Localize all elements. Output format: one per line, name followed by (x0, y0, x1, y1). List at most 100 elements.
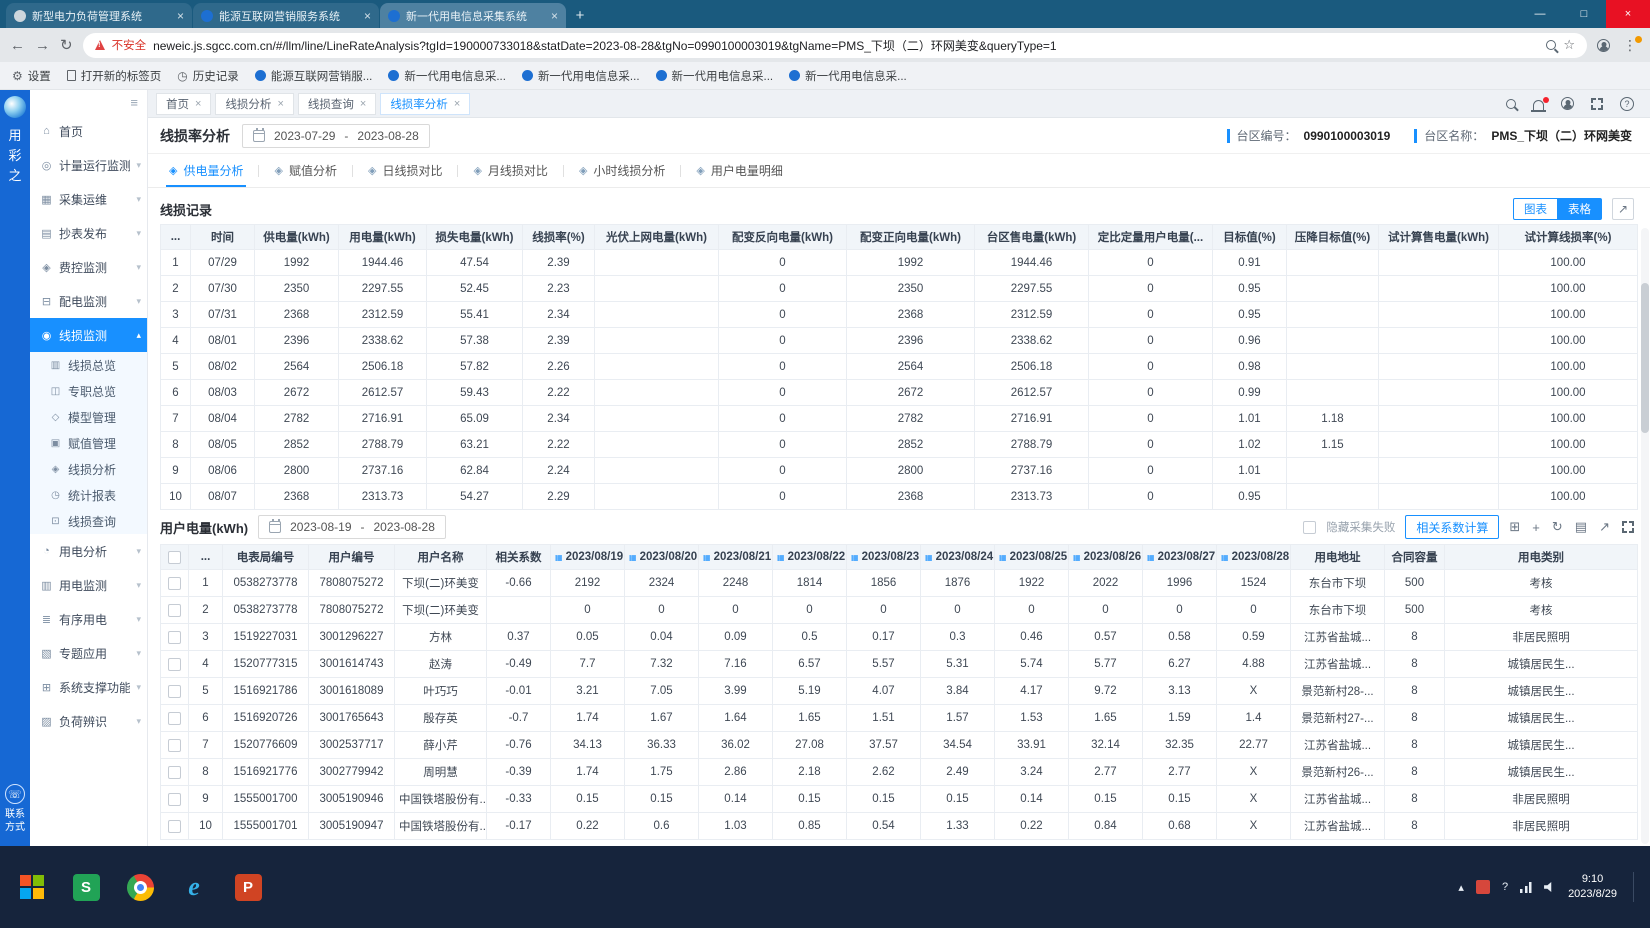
table-row[interactable]: 908/0628002737.1662.842.24028002737.1601… (161, 458, 1638, 484)
columns-icon[interactable]: ⊞ (1509, 519, 1520, 535)
refresh-icon[interactable]: ↻ (1552, 519, 1563, 535)
export-table-icon[interactable]: ↗ (1599, 519, 1610, 535)
browser-tab[interactable]: 能源互联网营销服务系统× (193, 3, 379, 28)
ie-icon[interactable]: e (170, 857, 218, 917)
add-icon[interactable]: + (1532, 520, 1540, 535)
window-minimize-button[interactable]: — (1518, 0, 1562, 28)
table-row[interactable]: 415207773153001614743赵涛-0.497.77.327.166… (161, 651, 1638, 678)
contact-widget[interactable]: ☏ 联系方式 (0, 784, 30, 834)
row-checkbox[interactable] (168, 577, 181, 590)
user-no-link[interactable]: 3001614743 (309, 651, 395, 678)
powerpoint-icon[interactable]: P (224, 857, 272, 917)
help-icon[interactable] (1620, 97, 1634, 111)
table-row[interactable]: 515169217863001618089叶巧巧-0.013.217.053.9… (161, 678, 1638, 705)
fullscreen-table-icon[interactable] (1622, 521, 1634, 533)
row-checkbox[interactable] (168, 793, 181, 806)
meter-no-link[interactable]: 1555001701 (223, 813, 309, 840)
table-row[interactable]: 307/3123682312.5955.412.34023682312.5900… (161, 302, 1638, 328)
table-row[interactable]: 608/0326722612.5759.432.22026722612.5700… (161, 380, 1638, 406)
bookmark-item[interactable]: 新一代用电信息采... (789, 68, 907, 84)
user-date-range[interactable]: 2023-08-19 - 2023-08-28 (258, 515, 446, 539)
user-no-link[interactable]: 3002779942 (309, 759, 395, 786)
user-no-link[interactable]: 3002537717 (309, 732, 395, 759)
bookmark-item[interactable]: 新一代用电信息采... (388, 68, 506, 84)
sidebar-item-power-monitor[interactable]: ▥用电监测▾ (30, 568, 147, 602)
app-tab-home[interactable]: 首页× (156, 93, 211, 115)
volume-icon[interactable] (1544, 881, 1556, 893)
table-row[interactable]: 408/0123962338.6257.382.39023962338.6200… (161, 328, 1638, 354)
correlation-calc-button[interactable]: 相关系数计算 (1405, 515, 1499, 539)
export-icon[interactable]: ↗ (1612, 198, 1634, 220)
tab-close-icon[interactable]: × (454, 98, 460, 110)
sidebar-item-meter-reading[interactable]: ▤抄表发布▾ (30, 216, 147, 250)
sidebar-item-topic-app[interactable]: ▧专题应用▾ (30, 636, 147, 670)
show-desktop-button[interactable] (1633, 872, 1638, 902)
table-row[interactable]: 105382737787808075272下坝(二)环美变-0.66219223… (161, 570, 1638, 597)
user-no-link[interactable]: 3001765643 (309, 705, 395, 732)
reload-button[interactable]: ↻ (60, 36, 73, 54)
sidebar-subitem-line-loss-query[interactable]: ⊡线损查询 (30, 508, 147, 534)
app-tab-line-rate-analysis[interactable]: 线损率分析× (380, 93, 470, 115)
subtab-user-energy-detail[interactable]: ◈用户电量明细 (681, 154, 797, 187)
sidebar-item-metering-monitor[interactable]: ◎计量运行监测▾ (30, 148, 147, 182)
sidebar-subitem-stat-report[interactable]: ◷统计报表 (30, 482, 147, 508)
wps-icon[interactable]: S (62, 857, 110, 917)
app-tab-line-loss-query[interactable]: 线损查询× (298, 93, 376, 115)
browser-menu-icon[interactable]: ⋮ (1620, 37, 1640, 54)
sidebar-item-fee-control[interactable]: ◈费控监测▾ (30, 250, 147, 284)
date-start[interactable]: 2023-07-29 (274, 129, 335, 143)
meter-no-link[interactable]: 1516920726 (223, 705, 309, 732)
bookmark-star-icon[interactable]: ☆ (1563, 37, 1575, 53)
bookmark-item[interactable]: 新一代用电信息采... (656, 68, 774, 84)
table-row[interactable]: 808/0528522788.7963.212.22028522788.7901… (161, 432, 1638, 458)
meter-no-link[interactable]: 1516921786 (223, 678, 309, 705)
user-no-link[interactable]: 7808075272 (309, 570, 395, 597)
bookmark-item[interactable]: 打开新的标签页 (67, 68, 162, 84)
table-row[interactable]: 708/0427822716.9165.092.34027822716.9101… (161, 406, 1638, 432)
subtab-monthly-loss-compare[interactable]: ◈月线损对比 (458, 154, 562, 187)
tab-close-icon[interactable]: × (195, 98, 201, 110)
table-row[interactable]: 1008/0723682313.7354.272.29023682313.730… (161, 484, 1638, 510)
bookmark-item[interactable]: ⚙设置 (12, 68, 51, 84)
network-icon[interactable] (1520, 882, 1532, 893)
new-tab-button[interactable]: + (567, 3, 593, 28)
subtab-supply-analysis[interactable]: ◈供电量分析 (154, 154, 258, 187)
meter-no-link[interactable]: 1516921776 (223, 759, 309, 786)
sidebar-item-orderly-power[interactable]: ≣有序用电▾ (30, 602, 147, 636)
user-no-link[interactable]: 7808075272 (309, 597, 395, 624)
window-close-button[interactable]: × (1606, 0, 1650, 28)
user-date-start[interactable]: 2023-08-19 (290, 520, 351, 534)
window-maximize-button[interactable]: □ (1562, 0, 1606, 28)
bookmark-item[interactable]: 能源互联网营销服... (255, 68, 373, 84)
user-no-link[interactable]: 3005190947 (309, 813, 395, 840)
sidebar-collapse-icon[interactable]: ≡ (130, 95, 138, 110)
sidebar-item-system-support[interactable]: ⊞系统支撑功能▾ (30, 670, 147, 704)
tab-close-icon[interactable]: × (551, 9, 558, 23)
row-checkbox[interactable] (168, 739, 181, 752)
fullscreen-icon[interactable] (1591, 98, 1603, 110)
sidebar-subitem-duty-overview[interactable]: ◫专职总览 (30, 378, 147, 404)
bookmark-item[interactable]: 新一代用电信息采... (522, 68, 640, 84)
forward-button[interactable]: → (35, 37, 50, 54)
table-row[interactable]: 615169207263001765643殷存英-0.71.741.671.64… (161, 705, 1638, 732)
scrollbar-track[interactable] (1641, 228, 1649, 844)
user-no-link[interactable]: 3005190946 (309, 786, 395, 813)
scrollbar-thumb[interactable] (1641, 283, 1649, 433)
subtab-daily-loss-compare[interactable]: ◈日线损对比 (353, 154, 457, 187)
table-row[interactable]: 207/3023502297.5552.452.23023502297.5500… (161, 276, 1638, 302)
tray-app-icon[interactable] (1476, 880, 1490, 894)
table-row[interactable]: 1015550017013005190947中国铁塔股份有...-0.170.2… (161, 813, 1638, 840)
tray-help-icon[interactable]: ? (1502, 881, 1508, 893)
app-tab-line-loss-analysis[interactable]: 线损分析× (215, 93, 293, 115)
browser-tab[interactable]: 新型电力负荷管理系统× (6, 3, 192, 28)
sidebar-item-load-identify[interactable]: ▨负荷辨识▾ (30, 704, 147, 738)
bookmark-item[interactable]: ◷历史记录 (177, 68, 238, 84)
sidebar-item-power-analysis[interactable]: ◔用电分析▾ (30, 534, 147, 568)
table-row[interactable]: 107/2919921944.4647.542.39019921944.4600… (161, 250, 1638, 276)
table-row[interactable]: 508/0225642506.1857.822.26025642506.1800… (161, 354, 1638, 380)
start-button[interactable] (8, 857, 56, 917)
row-checkbox[interactable] (168, 766, 181, 779)
app-search-icon[interactable] (1506, 99, 1516, 109)
row-checkbox[interactable] (168, 631, 181, 644)
taskbar-clock[interactable]: 9:10 2023/8/29 (1568, 872, 1617, 902)
